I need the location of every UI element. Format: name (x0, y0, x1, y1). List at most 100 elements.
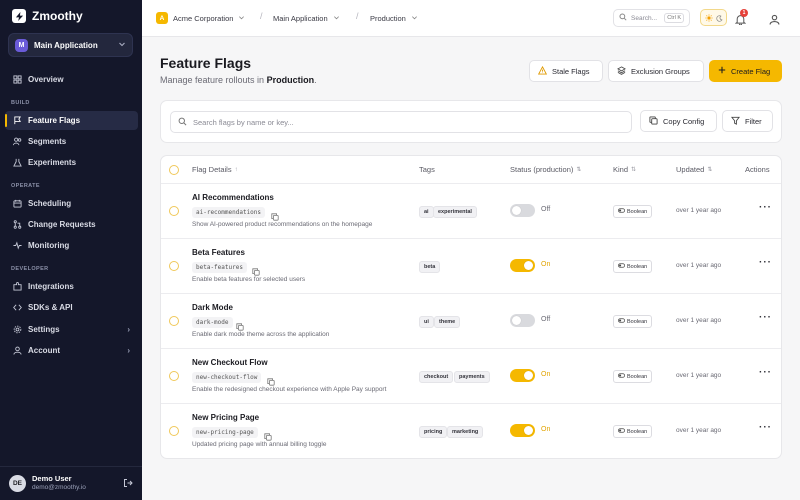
sidebar-item-settings[interactable]: Settings › (5, 320, 138, 339)
app-badge: M (15, 38, 28, 52)
column-header-details[interactable]: Flag Details ↑ (192, 165, 238, 174)
copy-icon[interactable] (236, 318, 244, 331)
column-header-updated[interactable]: Updated ⇅ (676, 165, 712, 174)
status-toggle[interactable] (510, 314, 535, 327)
sidebar-item-label: Feature Flags (28, 116, 81, 125)
filter-button[interactable]: Filter (722, 110, 773, 132)
kind-badge: Boolean (613, 205, 653, 218)
column-header-kind[interactable]: Kind ⇅ (613, 165, 636, 174)
row-separator (161, 183, 781, 184)
sidebar-item-integrations[interactable]: Integrations (5, 277, 138, 296)
gear-icon (12, 325, 22, 335)
flag-name[interactable]: New Checkout Flow (192, 358, 268, 367)
toggle-icon (618, 373, 625, 380)
global-search[interactable]: Search... Ctrl K (613, 9, 690, 27)
more-actions-button[interactable]: ··· (759, 422, 772, 433)
current-environment: Production (266, 75, 315, 85)
flag-name[interactable]: AI Recommendations (192, 193, 274, 202)
updated-time: over 1 year ago (676, 207, 722, 214)
kind-badge: Boolean (613, 370, 653, 383)
copy-icon[interactable] (252, 263, 260, 276)
sidebar-item-feature-flags[interactable]: Feature Flags (5, 111, 138, 130)
flag-description: Enable the redesigned checkout experienc… (192, 386, 387, 393)
sidebar-item-label: Account (28, 346, 60, 355)
more-actions-button[interactable]: ··· (759, 202, 772, 213)
tag: theme (434, 316, 461, 328)
toggle-icon (618, 318, 625, 325)
breadcrumb-env[interactable]: Production (370, 11, 418, 25)
copy-icon[interactable] (264, 428, 272, 441)
tag: checkout (419, 371, 454, 383)
logo[interactable]: Zmoothy (12, 9, 83, 23)
user-icon (12, 346, 22, 356)
user-icon[interactable] (769, 12, 781, 25)
kind-badge: Boolean (613, 315, 653, 328)
select-all-checkbox[interactable] (169, 165, 179, 175)
row-checkbox[interactable] (169, 261, 179, 271)
breadcrumb-app[interactable]: Main Application (273, 11, 340, 25)
column-header-actions: Actions (745, 165, 770, 174)
copy-icon (649, 115, 658, 127)
row-checkbox[interactable] (169, 316, 179, 326)
calendar-icon (12, 199, 22, 209)
search-icon (619, 13, 627, 23)
status-toggle[interactable] (510, 204, 535, 217)
create-flag-button[interactable]: Create Flag (709, 60, 782, 82)
sidebar-item-overview[interactable]: Overview (5, 70, 138, 89)
breadcrumb-env-label: Production (370, 13, 406, 23)
column-header-status[interactable]: Status (production) ⇅ (510, 165, 581, 174)
sidebar-item-sdks-api[interactable]: SDKs & API (5, 298, 138, 317)
global-search-placeholder: Search... (631, 14, 658, 22)
grid-icon (12, 75, 22, 85)
flag-name[interactable]: Dark Mode (192, 303, 233, 312)
status-label: Off (541, 206, 551, 213)
copy-icon[interactable] (271, 208, 279, 221)
toggle-icon (618, 428, 625, 435)
logout-icon[interactable] (123, 475, 133, 493)
kind-badge: Boolean (613, 260, 653, 273)
sidebar-item-label: Overview (28, 75, 64, 84)
flag-name[interactable]: New Pricing Page (192, 413, 259, 422)
stale-flags-button[interactable]: Stale Flags (529, 60, 603, 82)
row-checkbox[interactable] (169, 371, 179, 381)
copy-icon[interactable] (267, 373, 275, 386)
search-icon (178, 117, 187, 128)
breadcrumb-separator: / (356, 11, 359, 21)
breadcrumb-app-label: Main Application (273, 13, 328, 23)
flag-icon (12, 116, 22, 126)
row-checkbox[interactable] (169, 206, 179, 216)
sidebar-item-account[interactable]: Account › (5, 341, 138, 360)
more-actions-button[interactable]: ··· (759, 257, 772, 268)
flag-description: Updated pricing page with annual billing… (192, 441, 327, 448)
more-actions-button[interactable]: ··· (759, 312, 772, 323)
theme-toggle[interactable] (700, 9, 727, 26)
updated-time: over 1 year ago (676, 372, 722, 379)
sidebar-item-monitoring[interactable]: Monitoring (5, 236, 138, 255)
activity-icon (12, 241, 22, 251)
flag-key: beta-features (192, 262, 247, 273)
avatar[interactable]: DE (9, 475, 26, 492)
status-toggle[interactable] (510, 259, 535, 272)
sidebar-item-segments[interactable]: Segments (5, 132, 138, 151)
status-toggle[interactable] (510, 369, 535, 382)
flask-icon (12, 158, 22, 168)
flag-description: Show AI-powered product recommendations … (192, 221, 373, 228)
app-switcher[interactable]: M Main Application (8, 33, 133, 57)
column-header-tags: Tags (419, 165, 435, 174)
flag-search-input[interactable]: Search flags by name or key... (170, 111, 632, 133)
sidebar-item-change-requests[interactable]: Change Requests (5, 215, 138, 234)
sidebar-item-experiments[interactable]: Experiments (5, 153, 138, 172)
sidebar-item-scheduling[interactable]: Scheduling (5, 194, 138, 213)
sort-icon: ⇅ (631, 167, 637, 173)
breadcrumb-org[interactable]: A Acme Corporation (156, 11, 245, 25)
breadcrumb-separator: / (260, 11, 263, 21)
tag: payments (454, 371, 490, 383)
more-actions-button[interactable]: ··· (759, 367, 772, 378)
topbar: A Acme Corporation / Main Application / … (142, 0, 800, 37)
flag-name[interactable]: Beta Features (192, 248, 245, 257)
row-checkbox[interactable] (169, 426, 179, 436)
app-name: Zmoothy (32, 9, 83, 23)
exclusion-groups-button[interactable]: Exclusion Groups (608, 60, 704, 82)
copy-config-button[interactable]: Copy Config (640, 110, 717, 132)
status-toggle[interactable] (510, 424, 535, 437)
